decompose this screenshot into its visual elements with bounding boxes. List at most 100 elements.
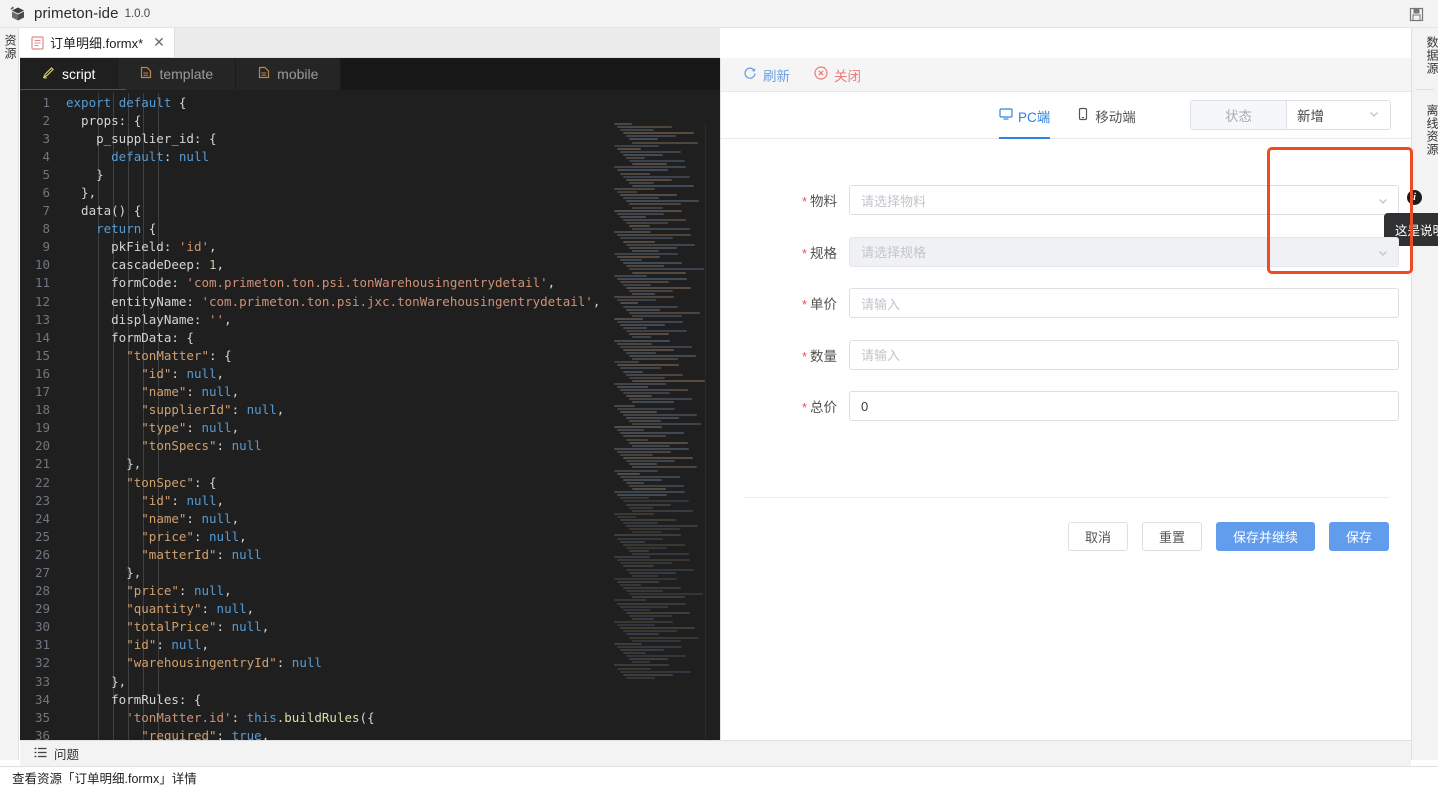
line-number: 9 xyxy=(20,239,66,254)
code-minimap[interactable] xyxy=(610,123,706,739)
minimap-line xyxy=(623,630,677,632)
minimap-line xyxy=(614,383,666,385)
minimap-line xyxy=(629,290,673,292)
minimap-line xyxy=(629,572,676,574)
line-number: 31 xyxy=(20,637,66,652)
minimap-line xyxy=(626,309,660,311)
save-floppy-icon[interactable] xyxy=(1406,4,1426,24)
minimap-line xyxy=(617,126,672,128)
line-content: "id": null, xyxy=(66,366,224,381)
state-selector[interactable]: 状态 新增 xyxy=(1190,100,1391,130)
minimap-line xyxy=(632,445,670,447)
ide-window: primeton-ide 1.0.0 资源 数据源 离线资源 xyxy=(0,0,1438,788)
text-input-field[interactable]: 0 xyxy=(849,391,1399,421)
editor-scrollbar[interactable] xyxy=(706,123,720,739)
line-content: data() { xyxy=(66,203,141,218)
line-number: 33 xyxy=(20,674,66,689)
tab-mobile[interactable]: mobile xyxy=(236,58,341,90)
file-tab-order-detail[interactable]: 订单明细.formx* ✕ xyxy=(20,28,175,57)
sidebar-item-datasource[interactable]: 数据源 xyxy=(1412,28,1438,83)
close-preview-button[interactable]: 关闭 xyxy=(814,65,861,85)
line-number: 22 xyxy=(20,475,66,490)
minimap-line xyxy=(623,392,670,394)
tab-template[interactable]: template xyxy=(118,58,236,90)
tab-script-label: script xyxy=(62,66,95,82)
select-field: 请选择规格 xyxy=(849,237,1399,267)
form-fields: *物料请选择物料i这是说明文字*规格请选择规格*单价请输入*数量请输入*总价0 xyxy=(721,139,1411,421)
minimap-line xyxy=(620,627,695,629)
close-icon[interactable]: ✕ xyxy=(153,34,165,51)
code-content[interactable]: 1export default {2 props: {3 p_supplier_… xyxy=(20,90,720,740)
text-input-field[interactable]: 请输入 xyxy=(849,340,1399,370)
sidebar-item-offline-resource[interactable]: 离线资源 xyxy=(1412,96,1438,164)
minimap-line xyxy=(629,268,704,270)
minimap-line xyxy=(620,454,653,456)
refresh-label: 刷新 xyxy=(763,65,790,85)
minimap-line xyxy=(617,408,675,410)
minimap-line xyxy=(626,222,668,224)
minimap-line xyxy=(617,624,655,626)
minimap-line xyxy=(620,389,688,391)
minimap-line xyxy=(617,581,659,583)
app-version: 1.0.0 xyxy=(125,8,151,20)
minimap-line xyxy=(620,411,657,413)
line-number: 36 xyxy=(20,728,66,740)
minimap-line xyxy=(629,182,654,184)
line-number: 15 xyxy=(20,348,66,363)
form-field-control: 请输入 xyxy=(849,288,1399,318)
monitor-icon xyxy=(999,107,1013,124)
editor-sub-tabs: script template mobile xyxy=(20,58,720,90)
formx-file-icon xyxy=(31,36,44,50)
minimap-line xyxy=(626,417,679,419)
minimap-line xyxy=(620,129,654,131)
problems-panel-header[interactable]: 问题 xyxy=(20,740,1411,766)
form-action-button[interactable]: 保存 xyxy=(1329,522,1389,551)
minimap-line xyxy=(626,374,683,376)
tab-mobile-preview[interactable]: 移动端 xyxy=(1076,92,1136,139)
required-asterisk: * xyxy=(802,194,807,209)
minimap-line xyxy=(626,135,676,137)
minimap-line xyxy=(629,550,649,552)
minimap-line xyxy=(614,210,682,212)
line-content: "name": null, xyxy=(66,511,239,526)
minimap-line xyxy=(623,132,694,134)
required-asterisk: * xyxy=(802,246,807,261)
line-number: 6 xyxy=(20,185,66,200)
form-action-button[interactable]: 取消 xyxy=(1068,522,1128,551)
minimap-line xyxy=(614,664,669,666)
select-field[interactable]: 请选择物料 xyxy=(849,185,1399,215)
minimap-line xyxy=(632,207,663,209)
line-content: "tonMatter": { xyxy=(66,348,232,363)
minimap-line xyxy=(629,333,669,335)
info-icon[interactable]: i xyxy=(1407,190,1422,205)
refresh-button[interactable]: 刷新 xyxy=(743,65,790,85)
minimap-line xyxy=(614,405,635,407)
line-number: 24 xyxy=(20,511,66,526)
minimap-line xyxy=(629,225,650,227)
form-action-button[interactable]: 保存并继续 xyxy=(1216,522,1315,551)
device-tabs: PC端 移动端 xyxy=(999,92,1136,139)
close-preview-label: 关闭 xyxy=(834,65,861,85)
form-action-button[interactable]: 重置 xyxy=(1142,522,1202,551)
required-asterisk: * xyxy=(802,400,807,415)
minimap-line xyxy=(617,603,686,605)
text-input-field[interactable]: 请输入 xyxy=(849,288,1399,318)
minimap-line xyxy=(620,649,664,651)
form-field-label-text: 物料 xyxy=(810,194,837,209)
tab-script[interactable]: script xyxy=(20,58,118,90)
line-content: default: null xyxy=(66,149,209,164)
form-divider xyxy=(743,497,1389,498)
minimap-line xyxy=(632,466,697,468)
form-preview-panel: 刷新 关闭 xyxy=(720,58,1411,740)
form-field-control: 请选择物料i这是说明文字 xyxy=(849,185,1399,215)
state-label: 状态 xyxy=(1191,101,1287,129)
line-content: "quantity": null, xyxy=(66,601,254,616)
tab-pc[interactable]: PC端 xyxy=(999,92,1050,139)
line-content: "required": true, xyxy=(66,728,269,740)
left-activity-bar: 资源 xyxy=(0,28,19,760)
form-field-label: *规格 xyxy=(721,242,849,262)
line-number: 1 xyxy=(20,95,66,110)
minimap-line xyxy=(626,460,675,462)
state-dropdown[interactable]: 新增 xyxy=(1287,101,1390,129)
sidebar-item-resource[interactable]: 资源 xyxy=(0,28,19,66)
